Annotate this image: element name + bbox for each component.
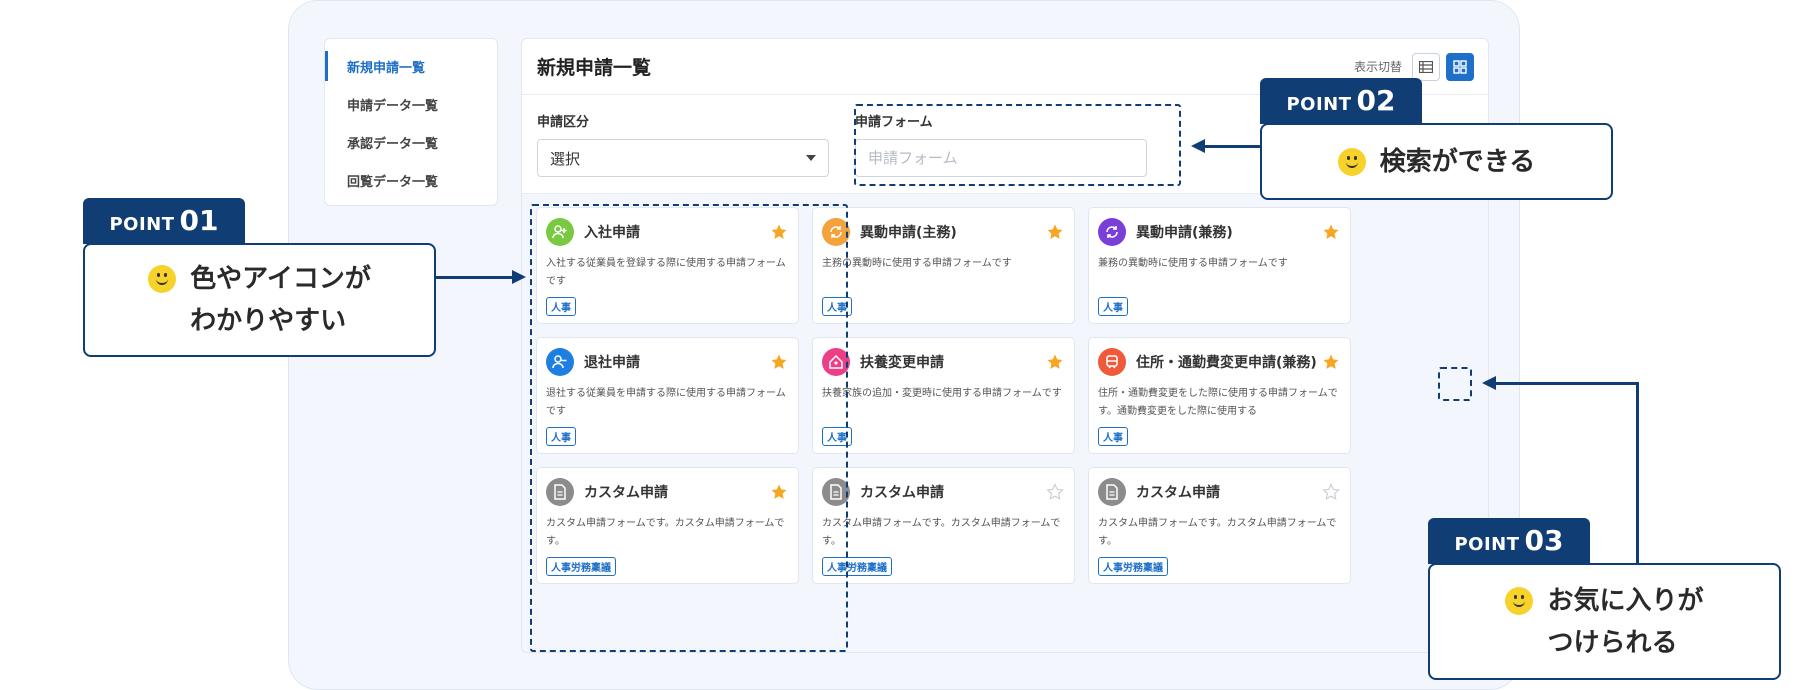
grid-view-button[interactable] — [1446, 52, 1474, 81]
highlight-favorite-star — [1438, 367, 1472, 401]
card-tag: 人事労務稟議 — [1098, 557, 1168, 576]
star-filled-icon[interactable] — [1045, 352, 1065, 372]
point03-badge: POINT 03 — [1428, 518, 1590, 564]
card-title: 扶養変更申請 — [860, 355, 944, 371]
category-filter: 申請区分 選択 — [537, 111, 829, 177]
point03-callout: お気に入りが つけられる — [1428, 563, 1781, 680]
caret-down-icon — [806, 155, 816, 161]
grid-icon — [1453, 59, 1467, 74]
sidebar-item-label: 回覧データ一覧 — [347, 174, 439, 190]
card-description: 兼務の異動時に使用する申請フォームです — [1098, 258, 1288, 269]
callout-line2: わかりやすい — [190, 306, 347, 336]
badge-number: 03 — [1524, 524, 1564, 557]
callout-line1: お気に入りが — [1547, 585, 1704, 616]
train-icon — [1098, 348, 1126, 376]
card-title: 異動申請(兼務) — [1136, 225, 1233, 241]
form-card[interactable]: 扶養変更申請 扶養家族の追加・変更時に使用する申請フォームです 人事 — [812, 337, 1075, 454]
sidebar: 新規申請一覧 申請データ一覧 承認データ一覧 回覧データ一覧 — [324, 38, 498, 206]
card-header: 異動申請(兼務) — [1098, 217, 1341, 247]
badge-word: POINT — [109, 214, 175, 235]
category-select[interactable]: 選択 — [537, 139, 829, 177]
sidebar-item-label: 申請データ一覧 — [347, 98, 439, 114]
callout-line2: つけられる — [1547, 627, 1678, 658]
sidebar-item-circulation-data[interactable]: 回覧データ一覧 — [325, 161, 497, 199]
point02-callout: 検索ができる — [1260, 123, 1613, 200]
star-outline-icon[interactable] — [1321, 482, 1341, 502]
badge-word: POINT — [1454, 534, 1520, 555]
list-icon — [1419, 60, 1433, 73]
card-tag: 人事 — [1098, 297, 1128, 316]
card-description: 扶養家族の追加・変更時に使用する申請フォームです — [822, 388, 1062, 399]
point01-callout: 色やアイコンが わかりやすい — [83, 243, 436, 357]
sidebar-item-application-data[interactable]: 申請データ一覧 — [325, 85, 497, 123]
callout-line1: 検索ができる — [1379, 146, 1536, 177]
card-header: 異動申請(主務) — [822, 217, 1065, 247]
form-card[interactable]: カスタム申請カスタム申請フォームです。カスタム申請フォームです。人事労務稟議 — [1088, 467, 1351, 584]
sidebar-item-approval-data[interactable]: 承認データ一覧 — [325, 123, 497, 161]
view-toggle-label: 表示切替 — [1353, 60, 1402, 74]
form-card[interactable]: カスタム申請 カスタム申請フォームです。カスタム申請フォームです。 人事労務稟議 — [812, 467, 1075, 584]
card-header: 扶養変更申請 — [822, 347, 1065, 377]
arrow-point03-h — [1496, 382, 1638, 385]
form-card[interactable]: 住所・通勤費変更申請(兼務) 住所・通勤費変更をした際に使用する申請フォームです。… — [1088, 337, 1351, 454]
arrow-head-icon — [1191, 139, 1205, 153]
card-description: カスタム申請フォームです。カスタム申請フォームです。 — [822, 518, 1061, 547]
star-filled-icon[interactable] — [1321, 222, 1341, 242]
badge-number: 02 — [1356, 84, 1396, 117]
category-label: 申請区分 — [537, 115, 590, 130]
sidebar-item-label: 新規申請一覧 — [347, 60, 426, 76]
card-tag: 人事 — [1098, 427, 1128, 446]
category-value: 選択 — [550, 149, 581, 168]
card-title: 住所・通勤費変更申請(兼務) — [1136, 355, 1317, 371]
point01-badge: POINT 01 — [83, 198, 245, 244]
arrow-point01 — [434, 276, 514, 279]
callout-line1: 色やアイコンが — [190, 264, 371, 294]
arrow-head-icon — [512, 270, 526, 284]
smile-icon — [1337, 147, 1366, 176]
badge-number: 01 — [179, 204, 219, 237]
card-description: 主務の異動時に使用する申請フォームです — [822, 258, 1012, 269]
star-filled-icon[interactable] — [1045, 222, 1065, 242]
arrow-head-icon — [1482, 376, 1496, 390]
page-title: 新規申請一覧 — [537, 57, 652, 79]
arrow-point03-v — [1636, 382, 1639, 566]
card-title: 異動申請(主務) — [860, 225, 957, 241]
card-title: カスタム申請 — [860, 485, 944, 501]
point02-badge: POINT 02 — [1260, 78, 1422, 124]
view-switch: 表示切替 — [1353, 52, 1474, 81]
smile-icon — [1505, 586, 1534, 615]
badge-word: POINT — [1286, 94, 1352, 115]
list-view-button[interactable] — [1412, 52, 1440, 81]
sidebar-item-new-applications[interactable]: 新規申請一覧 — [325, 47, 497, 85]
smile-icon — [148, 265, 177, 293]
card-header: カスタム申請 — [1098, 477, 1341, 507]
refresh-icon — [1098, 218, 1126, 246]
card-description: 住所・通勤費変更をした際に使用する申請フォームです。通勤費変更をした際に使用する — [1098, 388, 1338, 417]
highlight-search-field — [854, 104, 1181, 186]
card-title: カスタム申請 — [1136, 485, 1220, 501]
highlight-icons-column — [530, 204, 848, 652]
card-description: カスタム申請フォームです。カスタム申請フォームです。 — [1098, 518, 1337, 547]
arrow-point02 — [1204, 145, 1260, 148]
star-filled-icon[interactable] — [1321, 352, 1341, 372]
form-card[interactable]: 異動申請(主務) 主務の異動時に使用する申請フォームです 人事 — [812, 207, 1075, 324]
star-outline-icon[interactable] — [1045, 482, 1065, 502]
card-header: 住所・通勤費変更申請(兼務) — [1098, 347, 1341, 377]
document-icon — [1098, 478, 1126, 506]
form-card[interactable]: 異動申請(兼務) 兼務の異動時に使用する申請フォームです人事 — [1088, 207, 1351, 324]
card-header: カスタム申請 — [822, 477, 1065, 507]
sidebar-item-label: 承認データ一覧 — [347, 136, 439, 152]
